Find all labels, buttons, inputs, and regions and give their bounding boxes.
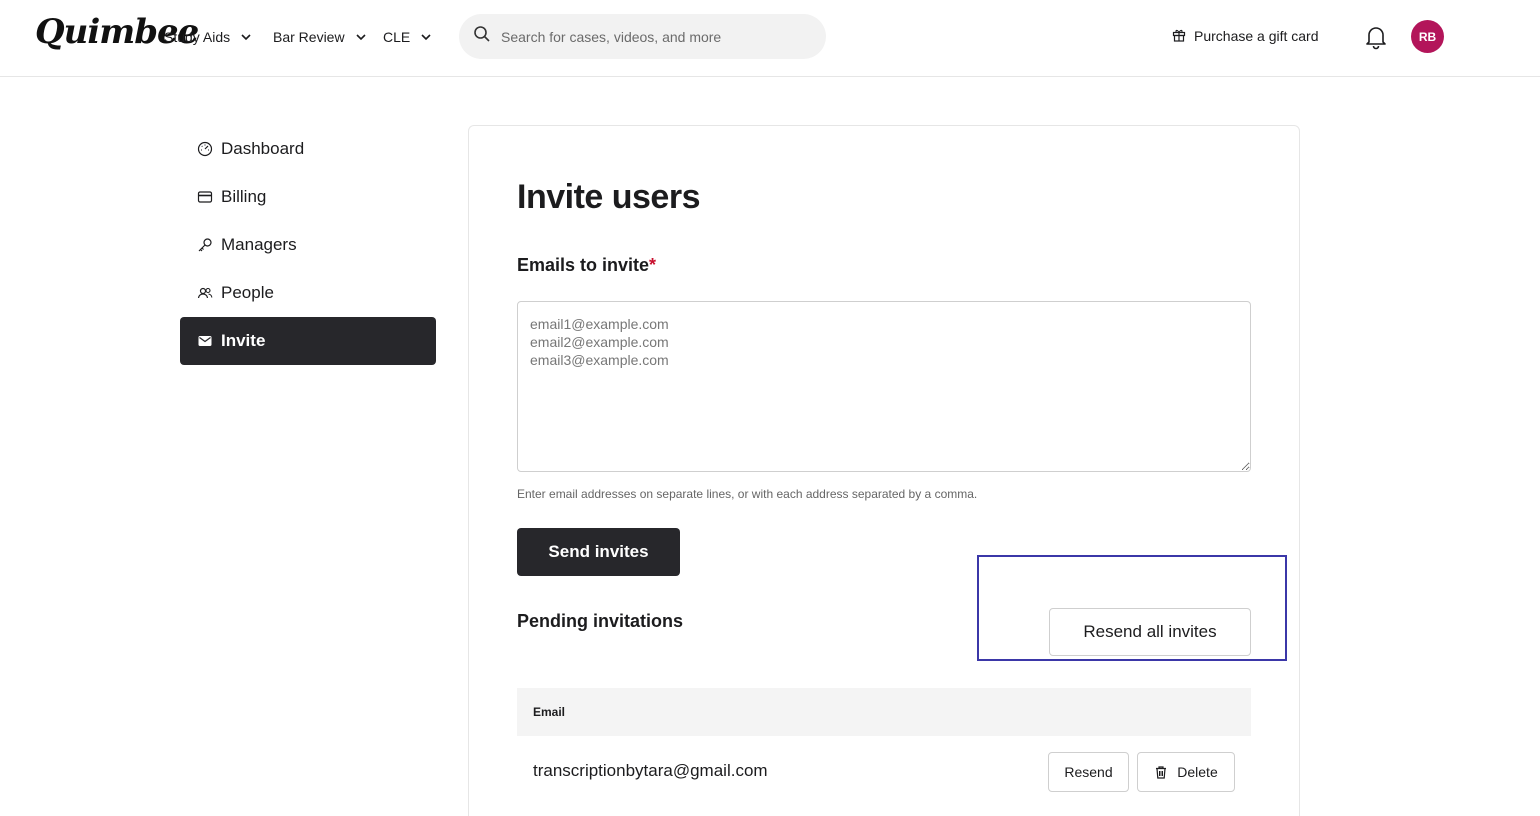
- table-header: Email: [517, 688, 1251, 736]
- delete-label: Delete: [1177, 764, 1218, 780]
- send-invites-button[interactable]: Send invites: [517, 528, 680, 576]
- required-mark: *: [649, 255, 657, 275]
- mail-icon: [197, 333, 213, 349]
- emails-label-text: Emails to invite: [517, 255, 650, 275]
- top-header: Quimbee Study Aids Bar Review CLE Purcha…: [0, 0, 1540, 77]
- dashboard-icon: [197, 141, 213, 157]
- sidebar-item-dashboard[interactable]: Dashboard: [180, 125, 436, 173]
- delete-button[interactable]: Delete: [1137, 752, 1235, 792]
- sidebar-item-label: Managers: [221, 235, 297, 254]
- sidebar-item-billing[interactable]: Billing: [180, 173, 436, 221]
- table-row-email: transcriptionbytara@gmail.com: [533, 761, 768, 780]
- sidebar-item-people[interactable]: People: [180, 269, 436, 317]
- resend-all-invites-button[interactable]: Resend all invites: [1049, 608, 1251, 656]
- nav-study-aids[interactable]: Study Aids: [164, 27, 252, 47]
- credit-card-icon: [197, 189, 213, 205]
- purchase-gift-card-link[interactable]: Purchase a gift card: [1172, 26, 1319, 46]
- emails-input[interactable]: [517, 301, 1251, 472]
- gift-card-label: Purchase a gift card: [1194, 28, 1319, 44]
- people-icon: [197, 285, 213, 301]
- sidebar-item-label: People: [221, 283, 274, 302]
- nav-bar-review[interactable]: Bar Review: [273, 27, 367, 47]
- sidebar-item-managers[interactable]: Managers: [180, 221, 436, 269]
- search-bar[interactable]: [459, 14, 826, 59]
- emails-label: Emails to invite*: [517, 255, 656, 276]
- search-input[interactable]: [501, 28, 801, 45]
- sidebar-item-invite[interactable]: Invite: [180, 317, 436, 365]
- pending-invitations-heading: Pending invitations: [517, 611, 684, 631]
- trash-icon: [1154, 765, 1168, 779]
- search-icon: [473, 25, 491, 48]
- sidebar-item-label: Billing: [221, 187, 267, 206]
- sidebar-item-label: Invite: [221, 331, 266, 350]
- nav-study-aids-label: Study Aids: [164, 29, 231, 45]
- key-icon: [197, 237, 213, 253]
- sidebar-item-label: Dashboard: [221, 139, 305, 158]
- nav-cle[interactable]: CLE: [383, 27, 432, 47]
- emails-hint: Enter email addresses on separate lines,…: [517, 487, 978, 501]
- user-avatar[interactable]: RB: [1411, 20, 1444, 53]
- chevron-down-icon: [355, 31, 367, 43]
- gift-icon: [1172, 28, 1186, 45]
- resend-button[interactable]: Resend: [1048, 752, 1129, 792]
- chevron-down-icon: [420, 31, 432, 43]
- email-column-header: Email: [533, 705, 566, 719]
- nav-cle-label: CLE: [383, 29, 411, 45]
- chevron-down-icon: [240, 31, 252, 43]
- bell-icon[interactable]: [1364, 24, 1388, 50]
- nav-bar-review-label: Bar Review: [273, 29, 345, 45]
- page-title: Invite users: [517, 178, 700, 216]
